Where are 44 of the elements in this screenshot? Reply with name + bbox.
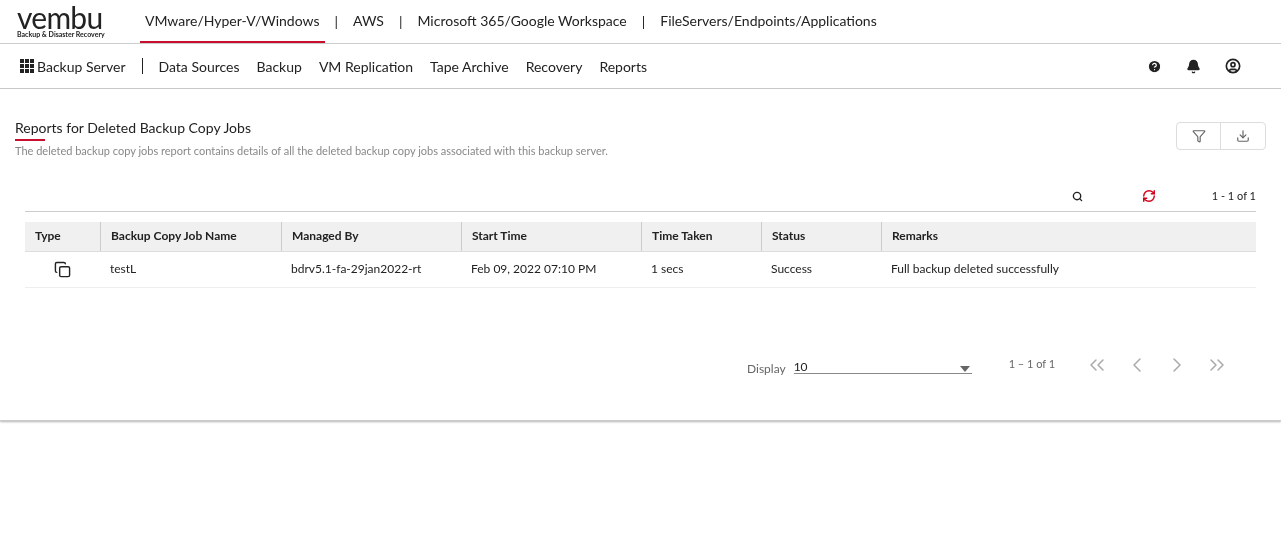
nav-link[interactable]: Backup — [256, 55, 302, 77]
nav-link[interactable]: Data Sources — [158, 55, 240, 77]
page-range: 1 – 1 of 1 — [1008, 356, 1056, 373]
product-tab[interactable]: AWS — [348, 0, 389, 43]
column-header: Time Taken — [652, 227, 713, 245]
page-size-select[interactable]: 10 — [793, 355, 972, 374]
backup-copy-icon — [54, 260, 71, 278]
product-tab[interactable]: FileServers/Endpoints/Applications — [655, 0, 882, 43]
search-icon[interactable] — [1071, 190, 1083, 202]
nav-link[interactable]: Tape Archive — [430, 55, 509, 77]
column-header: Start Time — [472, 227, 527, 245]
download-icon — [1236, 129, 1250, 143]
user-icon[interactable] — [1225, 58, 1241, 74]
table-cell: Success — [771, 261, 813, 276]
page-description: The deleted backup copy jobs report contains details of all the deleted backup copy jobs associated with this backup server. — [15, 143, 608, 159]
backup-server-menu[interactable]: Backup Server — [20, 55, 126, 77]
column-header: Backup Copy Job Name — [111, 227, 237, 245]
display-label: Display — [747, 359, 786, 378]
dropdown-caret-icon — [959, 365, 970, 372]
nav-link[interactable]: VM Replication — [318, 55, 414, 77]
table-cell: bdrv5.1-fa-29jan2022-rt — [291, 261, 422, 276]
column-header: Managed By — [292, 227, 359, 245]
page-title: Reports for Deleted Backup Copy Jobs — [15, 120, 252, 136]
nav-link[interactable]: Recovery — [525, 55, 583, 77]
separator: | — [640, 12, 647, 32]
grid-icon — [20, 59, 34, 73]
table-cell: Feb 09, 2022 07:10 PM — [471, 261, 597, 276]
product-tab[interactable]: Microsoft 365/Google Workspace — [412, 0, 632, 43]
help-icon[interactable] — [1147, 58, 1162, 74]
table-cell: testL — [110, 261, 137, 276]
column-header: Status — [772, 227, 806, 245]
column-header: Type — [35, 227, 61, 245]
record-range: 1 - 1 of 1 — [1211, 187, 1256, 204]
column-header: Remarks — [892, 227, 939, 245]
filter-icon — [1191, 129, 1206, 143]
nav-link[interactable]: Reports — [599, 55, 648, 77]
product-tab[interactable]: VMware/Hyper-V/Windows — [140, 0, 325, 43]
table-cell: 1 secs — [651, 261, 684, 276]
logo-wordmark: vembu — [17, 4, 103, 30]
separator: | — [333, 12, 340, 32]
table-cell: Full backup deleted successfully — [891, 261, 1059, 276]
separator: | — [397, 12, 404, 32]
notification-icon[interactable] — [1186, 58, 1201, 74]
refresh-icon[interactable] — [1141, 189, 1156, 203]
